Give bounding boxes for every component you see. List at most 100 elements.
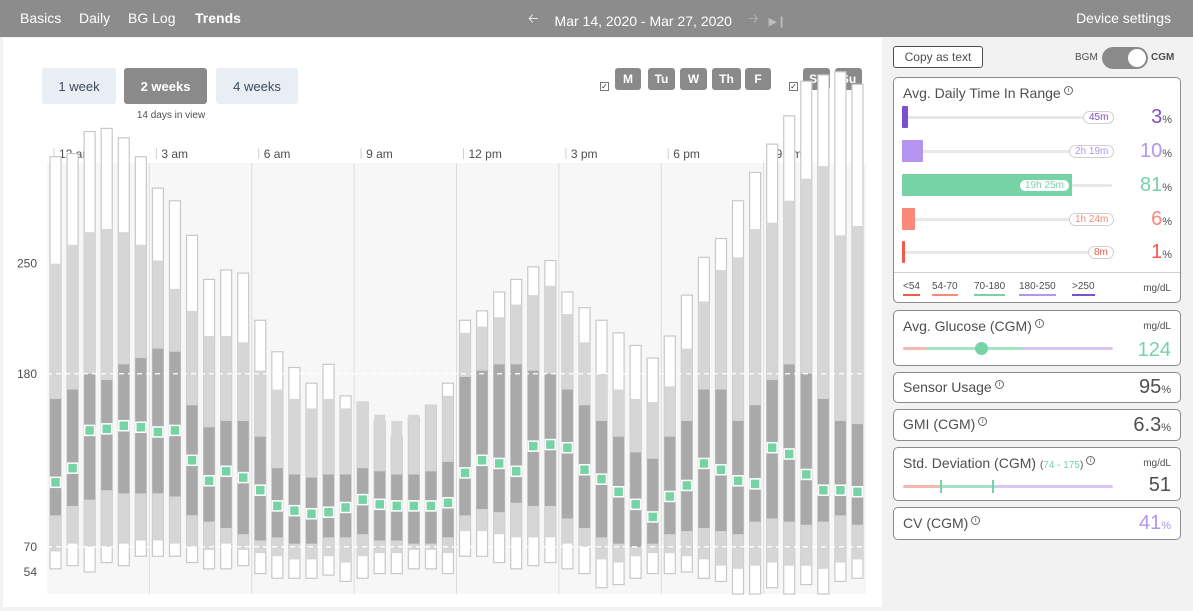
median-marker	[322, 506, 335, 518]
sensor-usage-card: Sensor Usage i 95%	[893, 372, 1181, 403]
median-marker	[442, 497, 454, 509]
tab-daily[interactable]: Daily	[79, 10, 110, 26]
range-box-p25-p75	[67, 389, 79, 506]
median-marker	[646, 511, 659, 523]
cv-value: 41	[1138, 512, 1162, 534]
median-marker	[118, 419, 130, 432]
tir-percent: 1%	[1151, 241, 1172, 263]
tir-legend-item: >250	[1072, 281, 1095, 296]
median-marker	[817, 484, 830, 496]
gmi-title-row: GMI (CGM) i	[903, 416, 988, 432]
x-tick-label: 9 am	[366, 147, 393, 161]
info-icon[interactable]: i	[994, 380, 1004, 389]
cv-value-row: 41%	[1139, 512, 1171, 535]
x-tick-label: 12 pm	[469, 147, 502, 161]
range-box-p25-p75	[647, 458, 659, 544]
cv-suffix: %	[1161, 520, 1171, 532]
range-box-p25-p75	[459, 376, 471, 516]
tab-basics[interactable]: Basics	[20, 10, 61, 26]
median-marker	[766, 441, 778, 454]
median-marker	[237, 471, 249, 484]
info-icon[interactable]: i	[1034, 319, 1044, 328]
sensor-usage-title-row: Sensor Usage i	[903, 379, 1004, 395]
median-marker	[425, 500, 437, 512]
median-marker	[459, 467, 471, 479]
median-marker	[800, 468, 813, 481]
median-marker	[527, 440, 540, 452]
median-marker	[476, 454, 488, 467]
device-settings-link[interactable]: Device settings	[1076, 10, 1171, 26]
gmi-value: 6.3	[1133, 414, 1162, 436]
median-marker	[391, 500, 403, 512]
range-box-p25-p75	[493, 364, 505, 513]
trends-panel: 1 week 2 weeks 4 weeks 14 days in view ✓…	[3, 38, 882, 607]
skip-to-end-icon[interactable]: ▶❙	[769, 15, 787, 28]
std-dev-unit: mg/dL	[1143, 458, 1171, 469]
bgm-cgm-toggle[interactable]	[1102, 47, 1148, 69]
median-marker	[681, 479, 693, 492]
median-marker	[169, 424, 181, 437]
y-tick-label: 54	[24, 565, 38, 579]
median-marker	[851, 486, 864, 498]
range-box-p25-p75	[476, 370, 488, 510]
top-nav-bar: Basics Daily BG Log Trends 🡠 Mar 14, 202…	[0, 0, 1193, 37]
time-in-range-card: Avg. Daily Time In Range i 45m 3% 2h 19m 10%…	[893, 77, 1181, 303]
info-icon[interactable]: i	[1063, 86, 1073, 95]
avg-glucose-scale	[903, 347, 1113, 350]
range-box-p25-p75	[561, 389, 573, 519]
median-marker	[135, 421, 147, 434]
arrow-left-icon[interactable]: 🡠	[528, 10, 539, 32]
tab-trends[interactable]: Trends	[195, 10, 241, 26]
median-marker	[834, 484, 847, 496]
gmi-value-row: 6.3%	[1133, 414, 1171, 437]
median-marker	[66, 462, 79, 474]
median-marker	[220, 465, 232, 478]
sensor-usage-value: 95	[1138, 376, 1162, 398]
sensor-usage-value-row: 95%	[1139, 376, 1171, 399]
info-icon[interactable]: i	[971, 516, 981, 525]
median-marker	[339, 501, 352, 514]
tab-bg-log[interactable]: BG Log	[128, 10, 175, 26]
gmi-suffix: %	[1161, 422, 1171, 434]
median-marker	[373, 498, 386, 511]
median-marker	[732, 474, 744, 487]
y-tick-label: 70	[24, 540, 38, 554]
std-dev-title-row: Std. Deviation (CGM) (74 - 175) i	[903, 455, 1096, 471]
std-dev-value: 51	[1148, 474, 1171, 496]
arrow-right-icon[interactable]: 🡢	[748, 10, 759, 32]
tir-unit: mg/dL	[1143, 283, 1171, 294]
x-tick-label: 3 am	[161, 147, 188, 161]
tir-title-row: Avg. Daily Time In Range i	[903, 85, 1073, 101]
median-marker	[83, 424, 96, 437]
median-marker	[783, 448, 795, 460]
trends-chart: 12 am3 am6 am9 am12 pm3 pm6 pm9 pm250180…	[17, 71, 866, 595]
range-box-p25-p75	[510, 364, 522, 503]
median-marker	[100, 423, 113, 435]
tir-percent: 10%	[1139, 140, 1172, 162]
median-marker	[186, 454, 198, 467]
tir-bar	[902, 241, 905, 263]
copy-as-text-button[interactable]: Copy as text	[893, 46, 983, 68]
info-icon[interactable]: i	[1086, 456, 1096, 465]
avg-glucose-title-row: Avg. Glucose (CGM) i	[903, 318, 1044, 334]
median-marker	[493, 457, 505, 470]
info-icon[interactable]: i	[978, 417, 988, 426]
tir-duration-pill: 19h 25m	[1019, 179, 1070, 192]
tir-title: Avg. Daily Time In Range	[903, 85, 1061, 101]
tir-bar	[902, 140, 923, 162]
y-tick-label: 180	[17, 367, 37, 381]
range-box-p25-p75	[203, 427, 215, 522]
range-box-p25-p75	[715, 389, 727, 532]
median-marker	[698, 457, 710, 470]
median-marker	[271, 500, 284, 512]
range-box-p25-p75	[664, 436, 676, 535]
tir-legend-item: 70-180	[974, 281, 1006, 296]
median-marker	[544, 438, 557, 451]
avg-glucose-title: Avg. Glucose (CGM)	[903, 318, 1032, 334]
tir-duration-pill: 2h 19m	[1069, 145, 1115, 158]
y-tick-label: 250	[17, 257, 37, 271]
cv-title-row: CV (CGM) i	[903, 515, 981, 531]
range-box-p25-p75	[749, 405, 761, 522]
std-dev-title: Std. Deviation (CGM)	[903, 455, 1037, 471]
cv-card: CV (CGM) i 41%	[893, 507, 1181, 540]
